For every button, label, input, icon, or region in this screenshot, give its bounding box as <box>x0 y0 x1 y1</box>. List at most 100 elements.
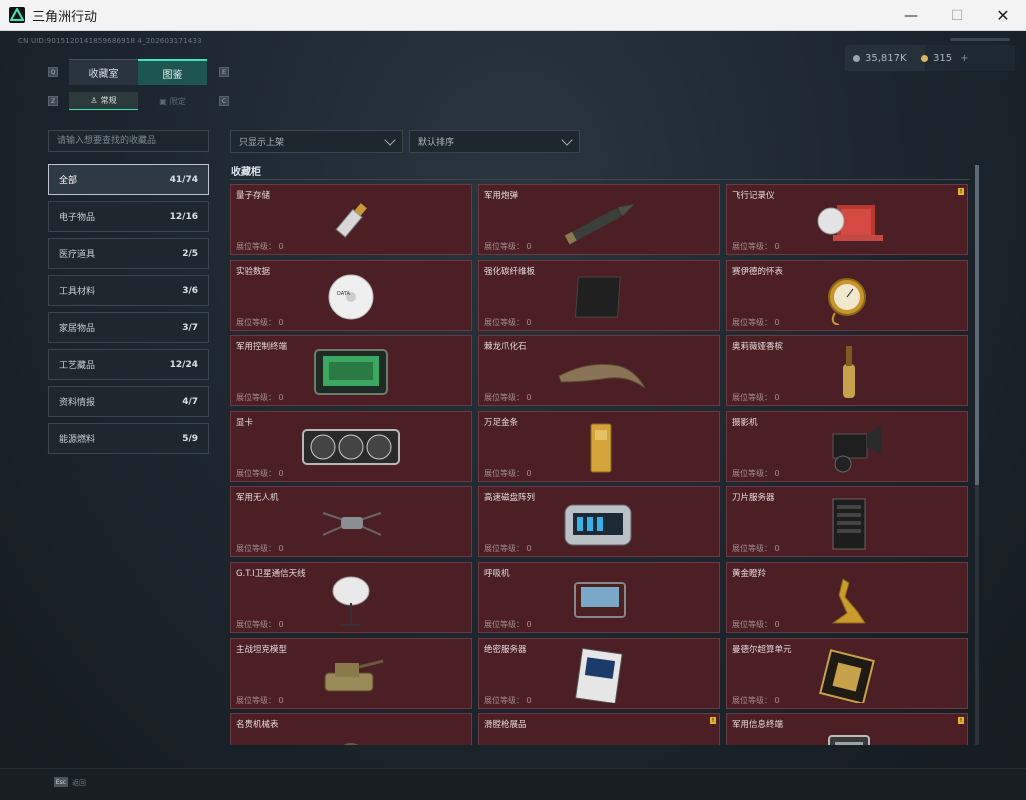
app-logo-icon <box>9 7 25 23</box>
category-count: 5/9 <box>182 433 198 444</box>
level-value: 0 <box>526 242 532 251</box>
level-value: 0 <box>526 317 532 327</box>
collectible-card[interactable]: 飞行记录仪 展位等级： 0! <box>726 184 968 255</box>
gold-coin-icon <box>921 54 928 62</box>
level-value: 0 <box>526 393 532 403</box>
control-terminal-icon <box>314 349 388 396</box>
card-title: 军用无人机 <box>236 493 279 504</box>
tab-archive[interactable]: 图鉴 <box>138 59 207 85</box>
coin-icon <box>853 54 860 62</box>
collectible-card[interactable]: 黄金瞪羚 展位等级： 0 <box>726 562 968 633</box>
currency-coins-value: 35,817K <box>865 52 907 64</box>
pocket-watch-icon <box>828 277 866 325</box>
back-label[interactable]: 返回 <box>72 778 86 788</box>
card-level: 展位等级： 0 <box>484 619 532 630</box>
collectible-card[interactable]: 奥莉薇娅香槟 展位等级： 0 <box>726 335 968 407</box>
collectible-card[interactable]: 主战坦克模型 展位等级： 0 <box>230 637 472 709</box>
level-label: 展位等级： <box>732 620 772 629</box>
tab-collection-room[interactable]: 收藏室 <box>69 59 138 85</box>
collectible-card[interactable]: 高速磁盘阵列 展位等级： 0 <box>478 486 720 558</box>
category-item[interactable]: 医疗道具 2/5 <box>48 238 209 269</box>
collectible-card[interactable]: 棘龙爪化石 展位等级： 0 <box>478 335 720 407</box>
collectible-card[interactable]: 赛伊德的怀表 展位等级： 0 <box>726 259 968 331</box>
minimize-button[interactable]: — <box>888 0 934 31</box>
sort-dropdown[interactable]: 默认排序 <box>409 130 580 153</box>
subtab-limited[interactable]: ▣ 限定 <box>138 92 207 110</box>
collectible-card[interactable]: 军用无人机 展位等级： 0 <box>230 486 472 558</box>
subtab-regular[interactable]: ♙ 常规 <box>69 92 138 110</box>
card-level: 展位等级： 0 <box>484 317 532 328</box>
level-value: 0 <box>774 695 780 705</box>
subtab-regular-label: 常规 <box>100 96 117 105</box>
blade-server-icon <box>832 498 866 550</box>
category-count: 3/7 <box>182 322 198 333</box>
category-item[interactable]: 工艺藏品 12/24 <box>48 349 209 380</box>
level-value: 0 <box>278 620 284 629</box>
level-label: 展位等级： <box>484 544 524 554</box>
collectible-card[interactable]: 万足金条 展位等级： 0 <box>478 410 720 482</box>
subtab-limited-label: 限定 <box>169 96 186 106</box>
collectible-card[interactable]: 军用控制终端 展位等级： 0 <box>230 335 472 407</box>
level-value: 0 <box>526 544 532 554</box>
collectible-card[interactable]: 强化碳纤维板 展位等级： 0 <box>478 259 720 331</box>
collectible-card[interactable]: 绝密服务器展位等级： 0 <box>478 637 720 709</box>
card-title: 棘龙爪化石 <box>484 342 527 353</box>
add-currency-button[interactable]: + <box>960 53 968 64</box>
currency-gold[interactable]: 315 + <box>913 45 1015 71</box>
level-label: 展位等级： <box>236 468 276 478</box>
category-label: 资料情报 <box>59 398 96 408</box>
category-item[interactable]: 工具材料 3/6 <box>48 275 209 306</box>
level-value: 0 <box>526 620 532 629</box>
category-item[interactable]: 能源燃料 5/9 <box>48 423 209 454</box>
category-count: 4/7 <box>182 396 198 407</box>
alert-badge: ! <box>958 188 964 195</box>
bottom-bar <box>0 768 1026 800</box>
card-title: 量子存储 <box>236 191 271 201</box>
card-title: 绝密服务器 <box>484 644 527 655</box>
level-label: 展位等级： <box>236 393 276 403</box>
collectible-card[interactable]: 名贵机械表展位等级： 0 <box>230 713 472 745</box>
card-level: 展位等级： 0 <box>236 619 284 630</box>
card-title: 实验数据 <box>236 266 271 277</box>
collectible-card[interactable]: 摄影机 展位等级： 0 <box>726 410 968 482</box>
card-level: 展位等级： 0 <box>484 695 532 706</box>
scrollbar-thumb[interactable] <box>975 165 979 485</box>
category-item[interactable]: 电子物品 12/16 <box>48 201 209 232</box>
collectible-card[interactable]: 军用信息终端展位等级： 0! <box>726 713 968 745</box>
close-button[interactable]: ✕ <box>980 0 1026 31</box>
maximize-button[interactable]: ☐ <box>934 0 980 31</box>
uid-text: CN UID:9015120141859686918 4_20260317143… <box>18 37 202 45</box>
level-value: 0 <box>774 317 780 327</box>
level-label: 展位等级： <box>236 695 276 705</box>
category-item[interactable]: 资料情报 4/7 <box>48 386 209 417</box>
collectible-card[interactable]: 刀片服务器 展位等级： 0 <box>726 486 968 558</box>
esc-key-hint[interactable]: Esc <box>54 777 68 787</box>
card-level: 展位等级： 0 <box>236 241 284 252</box>
category-count: 12/16 <box>169 211 198 222</box>
category-count: 41/74 <box>169 174 198 185</box>
search-input[interactable] <box>48 130 209 152</box>
shelf-filter-dropdown[interactable]: 只显示上架 <box>230 130 403 153</box>
collectible-card[interactable]: 滑膛枪展品展位等级： 0! <box>478 713 720 745</box>
level-value: 0 <box>774 620 780 629</box>
collectible-card[interactable]: G.T.I卫星通信天线 展位等级： 0 <box>230 562 472 633</box>
collectible-card[interactable]: 显卡 展位等级： 0 <box>230 410 472 482</box>
category-item[interactable]: 家居物品 3/7 <box>48 312 209 343</box>
category-label: 电子物品 <box>59 213 96 223</box>
level-label: 展位等级： <box>236 242 276 251</box>
key-hint-next-subtab: C <box>219 96 229 106</box>
collectible-card[interactable]: 呼吸机 展位等级： 0 <box>478 562 720 633</box>
collectible-card[interactable]: 军用炮弹 展位等级： 0 <box>478 184 720 255</box>
collectible-card[interactable]: 曼德尔超算单元 展位等级： 0 <box>726 637 968 709</box>
collectible-card[interactable]: 实验数据 DATA 展位等级： 0 <box>230 259 472 331</box>
collectible-grid: 量子存储 展位等级： 0 军用炮弹 展位等级： 0 飞行记录仪 展位等级： 0! 实验数据 D… <box>230 184 972 745</box>
level-label: 展位等级： <box>484 695 524 705</box>
key-hint-prev-tab: Q <box>48 67 58 77</box>
supercompute-unit-icon <box>819 648 875 703</box>
collectible-card[interactable]: 量子存储展位等级： 0 <box>230 184 472 255</box>
level-label: 展位等级： <box>732 317 772 327</box>
alert-badge: ! <box>958 717 964 725</box>
category-label: 工艺藏品 <box>59 361 96 371</box>
category-item[interactable]: 全部 41/74 <box>48 164 209 195</box>
gold-bar-icon <box>590 423 612 473</box>
